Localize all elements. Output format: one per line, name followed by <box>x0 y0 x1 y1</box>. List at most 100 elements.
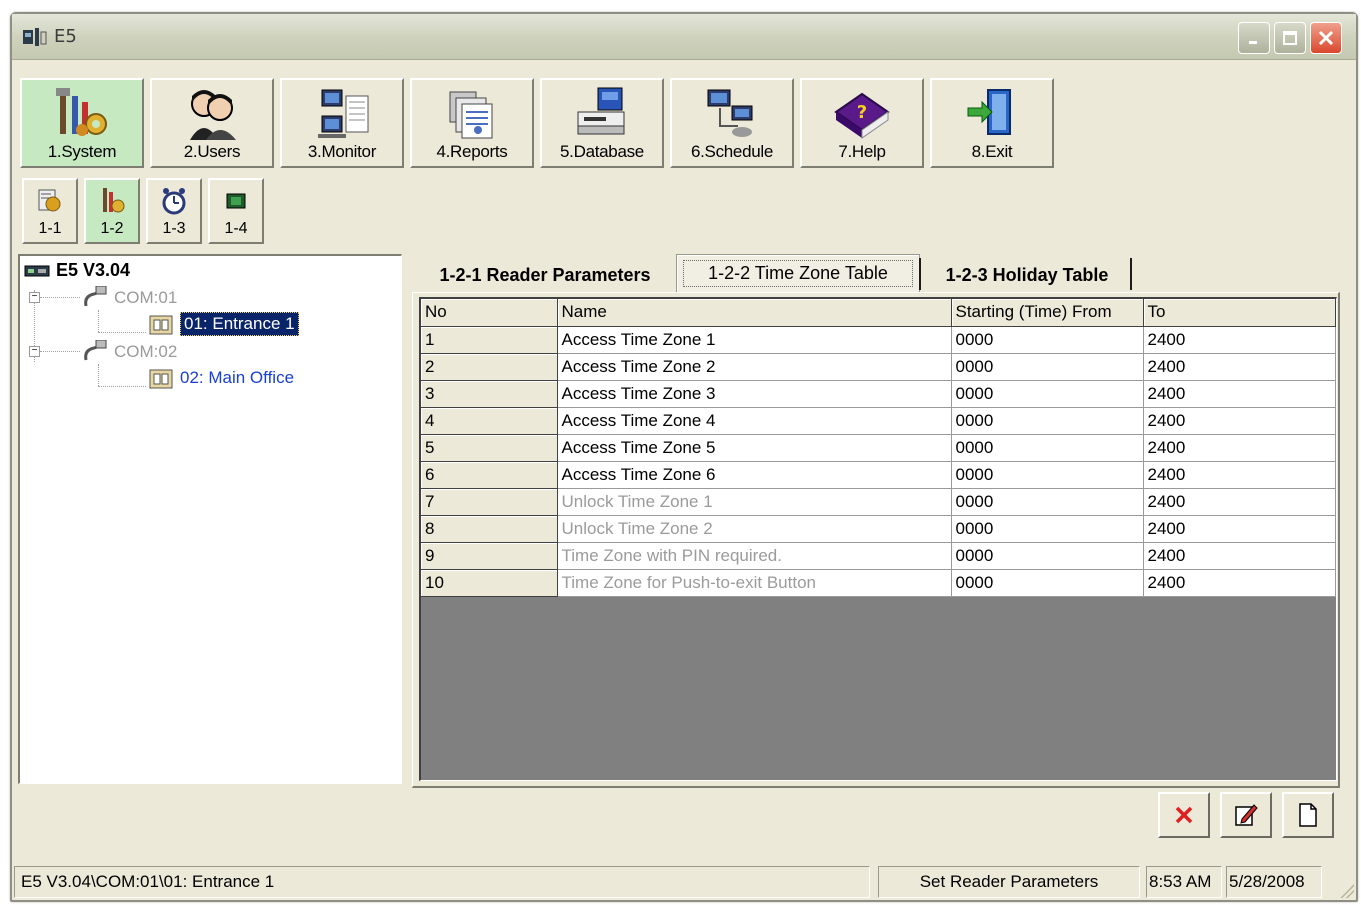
toolbar-help-button[interactable]: ? 7.Help <box>800 78 924 168</box>
row-number[interactable]: 6 <box>421 461 558 489</box>
sub-button-1-3[interactable]: 1-3 <box>146 178 202 244</box>
tree-reader-entrance-1[interactable]: 01: Entrance 1 <box>148 312 299 336</box>
from-time-cell[interactable]: 0000 <box>951 380 1144 408</box>
column-header-from[interactable]: Starting (Time) From <box>951 299 1144 327</box>
row-number[interactable]: 8 <box>421 515 558 543</box>
table-row[interactable]: 10 Time Zone for Push-to-exit Button 0000 2… <box>421 569 1336 597</box>
resize-grip[interactable] <box>1340 884 1354 898</box>
to-time-cell[interactable]: 2400 <box>1143 380 1336 408</box>
tab-time-zone-table[interactable]: 1-2-2 Time Zone Table <box>676 254 920 292</box>
to-time-cell[interactable]: 2400 <box>1143 353 1336 381</box>
zone-name-cell[interactable]: Access Time Zone 1 <box>557 326 952 354</box>
tree-collapse-toggle[interactable]: − <box>29 346 40 357</box>
to-time-cell[interactable]: 2400 <box>1143 569 1336 597</box>
row-number[interactable]: 7 <box>421 488 558 516</box>
reports-icon <box>449 91 493 139</box>
column-header-to[interactable]: To <box>1143 299 1336 327</box>
table-row[interactable]: 6 Access Time Zone 6 0000 2400 <box>421 461 1336 489</box>
zone-name-cell[interactable]: Access Time Zone 2 <box>557 353 952 381</box>
new-button[interactable] <box>1282 792 1334 838</box>
from-time-cell[interactable]: 0000 <box>951 407 1144 435</box>
system-tools-icon <box>56 88 107 136</box>
zone-name-cell[interactable]: Unlock Time Zone 1 <box>557 488 952 516</box>
tree-collapse-toggle[interactable]: − <box>29 292 40 303</box>
zone-name-cell[interactable]: Time Zone for Push-to-exit Button <box>557 569 952 597</box>
row-number[interactable]: 5 <box>421 434 558 462</box>
maximize-button[interactable] <box>1274 22 1306 54</box>
column-header-no[interactable]: No <box>421 299 558 327</box>
from-time-cell[interactable]: 0000 <box>951 353 1144 381</box>
table-row[interactable]: 8 Unlock Time Zone 2 0000 2400 <box>421 515 1336 543</box>
zone-name-cell[interactable]: Access Time Zone 3 <box>557 380 952 408</box>
to-time-cell[interactable]: 2400 <box>1143 326 1336 354</box>
sub-button-1-4[interactable]: 1-4 <box>208 178 264 244</box>
tree-reader-label: 02: Main Office <box>180 368 295 387</box>
tab-holiday-table[interactable]: 1-2-3 Holiday Table <box>924 258 1130 292</box>
to-time-cell[interactable]: 2400 <box>1143 542 1336 570</box>
from-time-cell[interactable]: 0000 <box>951 326 1144 354</box>
tree-reader-main-office[interactable]: 02: Main Office <box>148 366 294 390</box>
tree-port-com01[interactable]: COM:01 <box>82 286 177 310</box>
reader-icon <box>149 369 173 389</box>
to-time-cell[interactable]: 2400 <box>1143 407 1336 435</box>
title-bar[interactable]: E5 <box>12 14 1356 60</box>
column-header-name[interactable]: Name <box>557 299 952 327</box>
row-number[interactable]: 2 <box>421 353 558 381</box>
zone-name-cell[interactable]: Access Time Zone 5 <box>557 434 952 462</box>
row-number[interactable]: 9 <box>421 542 558 570</box>
table-row[interactable]: 1 Access Time Zone 1 0000 2400 <box>421 326 1336 354</box>
row-number[interactable]: 4 <box>421 407 558 435</box>
tree-line <box>98 364 99 386</box>
row-number[interactable]: 1 <box>421 326 558 354</box>
tree-line <box>40 351 80 352</box>
tree-port-com02[interactable]: COM:02 <box>82 340 177 364</box>
toolbar-users-button[interactable]: 2.Users <box>150 78 274 168</box>
row-number[interactable]: 3 <box>421 380 558 408</box>
from-time-cell[interactable]: 0000 <box>951 434 1144 462</box>
table-row[interactable]: 3 Access Time Zone 3 0000 2400 <box>421 380 1336 408</box>
close-button[interactable] <box>1310 22 1342 54</box>
from-time-cell[interactable]: 0000 <box>951 515 1144 543</box>
toolbar-schedule-button[interactable]: 6.Schedule <box>670 78 794 168</box>
help-book-icon: ? <box>834 92 890 139</box>
time-zone-grid[interactable]: No Name Starting (Time) From To 1 Access … <box>419 297 1337 781</box>
from-time-cell[interactable]: 0000 <box>951 461 1144 489</box>
device-tree[interactable]: E5 V3.04 − − COM:01 01: Entrance 1 COM:0… <box>18 254 402 784</box>
from-time-cell[interactable]: 0000 <box>951 488 1144 516</box>
sub-button-1-2-label: 1-2 <box>100 220 124 237</box>
to-time-cell[interactable]: 2400 <box>1143 515 1336 543</box>
edit-button[interactable] <box>1220 792 1272 838</box>
table-row[interactable]: 4 Access Time Zone 4 0000 2400 <box>421 407 1336 435</box>
tab-reader-parameters[interactable]: 1-2-1 Reader Parameters <box>414 258 676 292</box>
minimize-button[interactable] <box>1238 22 1270 54</box>
toolbar-system-button[interactable]: 1.System <box>20 78 144 168</box>
to-time-cell[interactable]: 2400 <box>1143 461 1336 489</box>
from-time-cell[interactable]: 0000 <box>951 542 1144 570</box>
toolbar-reports-button[interactable]: 4.Reports <box>410 78 534 168</box>
to-time-cell[interactable]: 2400 <box>1143 488 1336 516</box>
table-row[interactable]: 7 Unlock Time Zone 1 0000 2400 <box>421 488 1336 516</box>
toolbar-database-button[interactable]: 5.Database <box>540 78 664 168</box>
time-zone-table: No Name Starting (Time) From To 1 Access … <box>421 299 1336 597</box>
to-time-cell[interactable]: 2400 <box>1143 434 1336 462</box>
toolbar-exit-button[interactable]: 8.Exit <box>930 78 1054 168</box>
zone-name-cell[interactable]: Access Time Zone 6 <box>557 461 952 489</box>
zone-name-cell[interactable]: Unlock Time Zone 2 <box>557 515 952 543</box>
zone-name-cell[interactable]: Access Time Zone 4 <box>557 407 952 435</box>
from-time-cell[interactable]: 0000 <box>951 569 1144 597</box>
toolbar-monitor-button[interactable]: 3.Monitor <box>280 78 404 168</box>
clock-icon <box>162 188 186 215</box>
table-header-row: No Name Starting (Time) From To <box>421 299 1336 327</box>
tree-reader-label: 01: Entrance 1 <box>180 312 299 336</box>
sub-button-1-1[interactable]: 1-1 <box>22 178 78 244</box>
table-row[interactable]: 5 Access Time Zone 5 0000 2400 <box>421 434 1336 462</box>
toolbar-reports-label: 4.Reports <box>436 142 508 161</box>
row-number[interactable]: 10 <box>421 569 558 597</box>
table-row[interactable]: 9 Time Zone with PIN required. 0000 2400 <box>421 542 1336 570</box>
sub-button-1-2[interactable]: 1-2 <box>84 178 140 244</box>
delete-button[interactable] <box>1158 792 1210 838</box>
tree-root[interactable]: E5 V3.04 <box>24 260 130 281</box>
table-row[interactable]: 2 Access Time Zone 2 0000 2400 <box>421 353 1336 381</box>
tab-page-time-zone: No Name Starting (Time) From To 1 Access … <box>412 292 1340 788</box>
zone-name-cell[interactable]: Time Zone with PIN required. <box>557 542 952 570</box>
